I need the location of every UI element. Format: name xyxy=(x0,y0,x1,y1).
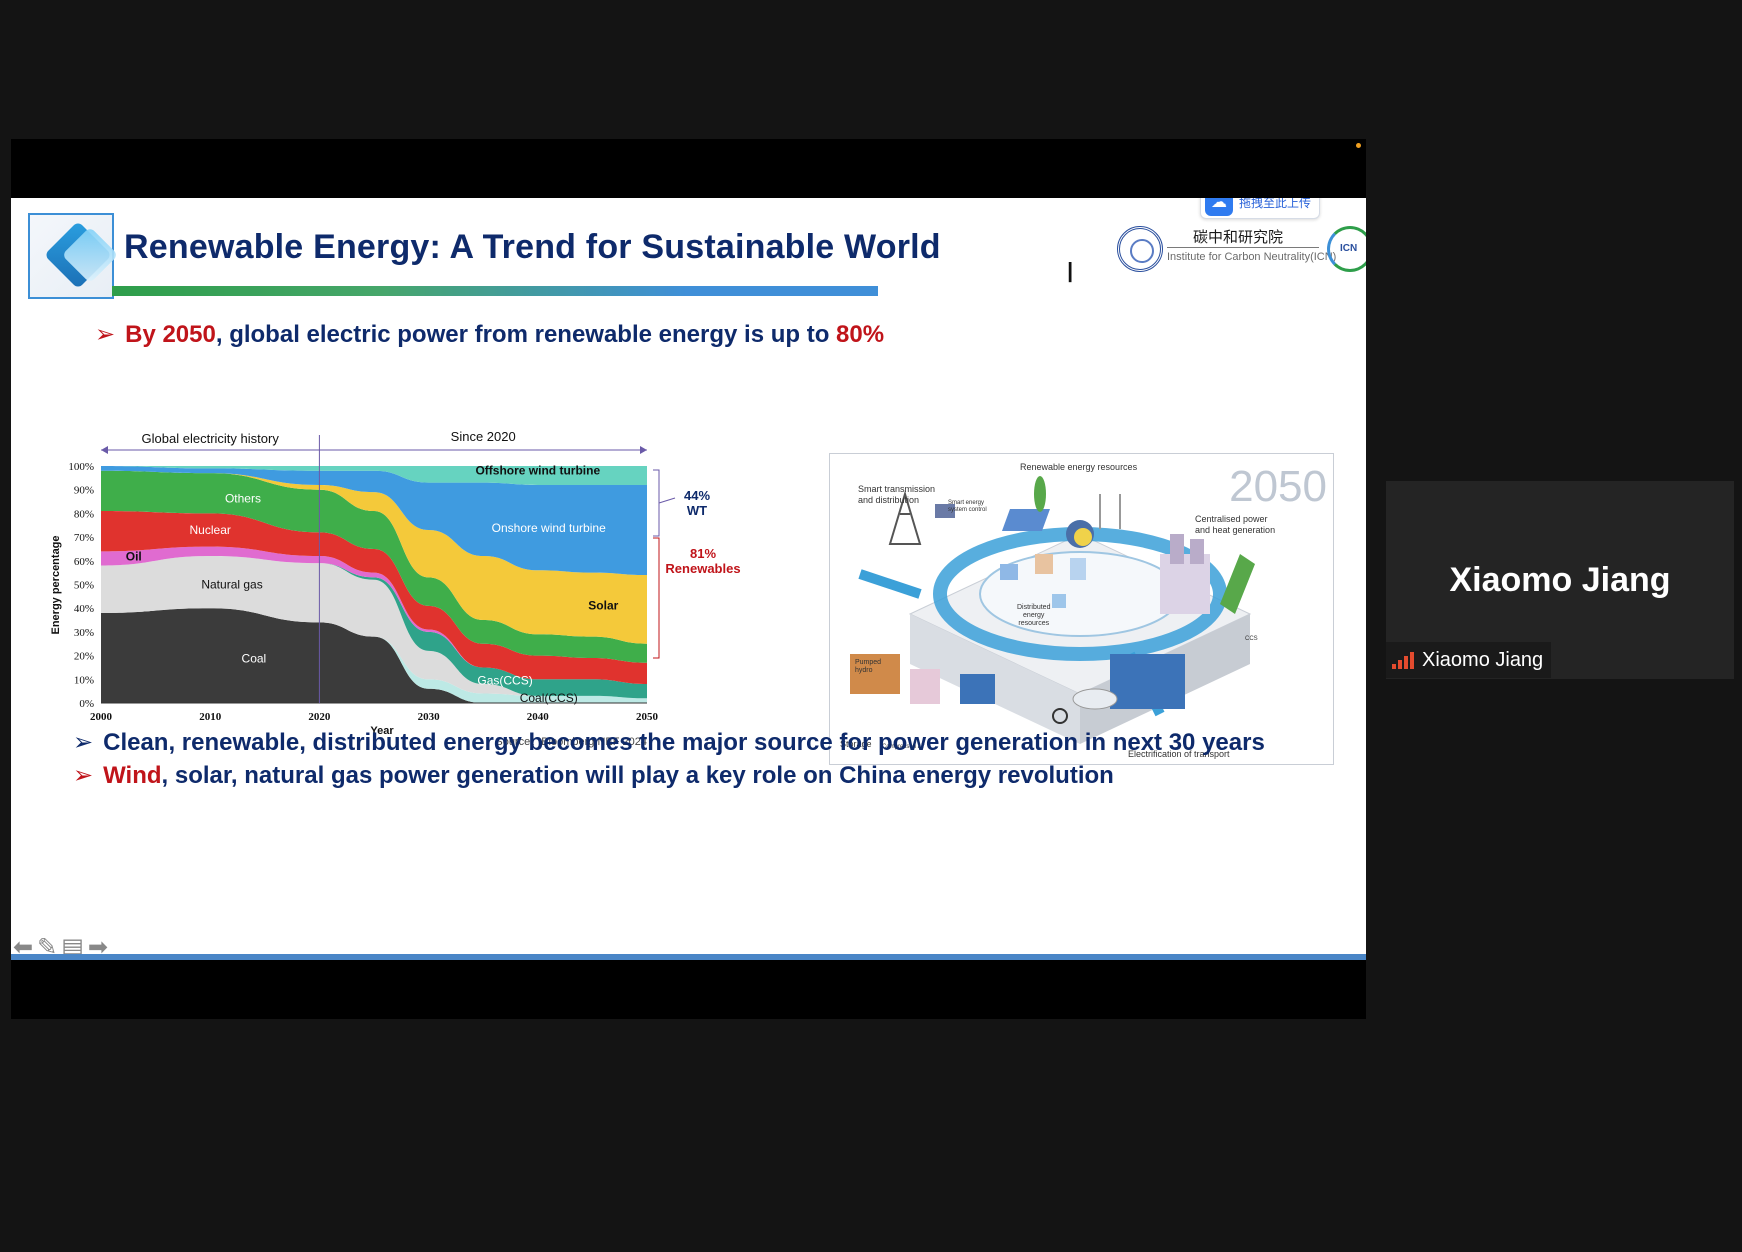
header-left-label: Global electricity history xyxy=(142,431,280,446)
y-tick-label: 70% xyxy=(74,532,94,544)
university-seal-icon xyxy=(1117,226,1163,272)
label-distributed-resources: Distributed energy resources xyxy=(1017,604,1051,627)
slide-logo xyxy=(28,213,119,299)
series-label-oil: Oil xyxy=(126,549,142,563)
x-tick-label: 2040 xyxy=(527,711,550,723)
x-tick-label: 2030 xyxy=(418,711,441,723)
y-tick-label: 20% xyxy=(74,651,94,663)
x-tick-label: 2010 xyxy=(199,711,222,723)
renewables-percent: 81% xyxy=(690,546,716,561)
icn-logo-icon: ICN xyxy=(1327,226,1366,272)
y-axis-title: Energy percentage xyxy=(50,535,62,634)
x-tick-label: 2020 xyxy=(308,711,331,723)
org-name-cn: 碳中和研究院 xyxy=(1193,228,1284,246)
label-ccs: CCS xyxy=(1245,636,1258,642)
label-smart-control: Smart energy system control xyxy=(948,500,987,513)
bullet-2: ➢ Clean, renewable, distributed energy be… xyxy=(73,728,1265,756)
header-arrow-left xyxy=(101,446,108,454)
title-underline xyxy=(112,286,878,296)
org-divider xyxy=(1167,247,1319,248)
meeting-window: Renewable Energy: A Trend for Sustainabl… xyxy=(0,0,1742,1252)
wt-leader xyxy=(658,497,676,504)
y-tick-label: 40% xyxy=(74,603,94,615)
bullet-1: ➢ By 2050, global electric power from ren… xyxy=(95,320,885,348)
series-label-solar: Solar xyxy=(588,599,618,613)
recording-indicator-dot xyxy=(1356,143,1361,148)
wt-percent: 44% xyxy=(684,488,710,503)
bracket-renewables xyxy=(653,537,660,659)
series-label-gas-ccs-: Gas(CCS) xyxy=(477,673,532,687)
y-tick-label: 60% xyxy=(74,556,94,568)
renewables-label: Renewables xyxy=(665,561,740,576)
y-tick-label: 90% xyxy=(74,485,94,497)
bullet-3: ➢ Wind, solar, natural gas power generati… xyxy=(73,761,1114,789)
electricity-mix-chart: Global electricity history Since 2020 0% 10… xyxy=(45,423,835,773)
participant-tile[interactable]: Xiaomo Jiang Xiaomo Jiang xyxy=(1386,481,1734,679)
org-name-en: Institute for Carbon Neutrality(ICN) xyxy=(1167,251,1337,263)
text-cursor-icon: I xyxy=(1066,256,1075,289)
series-label-nuclear: Nuclear xyxy=(190,523,231,537)
y-tick-label: 100% xyxy=(68,461,94,473)
slide-title: Renewable Energy: A Trend for Sustainabl… xyxy=(124,228,941,266)
label-renewable-resources: Renewable energy resources xyxy=(1020,462,1138,472)
header-arrow-right xyxy=(640,446,647,454)
x-tick-label: 2000 xyxy=(90,711,113,723)
y-tick-label: 0% xyxy=(79,698,94,710)
upload-drop-button[interactable]: ☁ 拖拽至此上传 xyxy=(1200,198,1321,219)
x-tick-label: 2050 xyxy=(636,711,659,723)
label-pumped-hydro: Pumped hydro xyxy=(855,659,882,674)
label-smart-transmission: Smart transmission and distribution xyxy=(858,484,936,505)
energy-system-illustration: 2050 Renewable energy resources Smart tr… xyxy=(829,453,1334,765)
chart-svg: Global electricity history Since 2020 0% 10… xyxy=(50,429,741,748)
series-label-others: Others xyxy=(225,492,261,506)
presentation-slide: Renewable Energy: A Trend for Sustainabl… xyxy=(11,198,1366,960)
participant-name-label: Xiaomo Jiang xyxy=(1386,642,1552,678)
header-right-label: Since 2020 xyxy=(451,429,516,444)
slide-bottom-border xyxy=(11,954,1366,960)
series-label-coal: Coal xyxy=(242,651,267,665)
series-label-offshore-wind-turbine: Offshore wind turbine xyxy=(475,463,600,477)
y-tick-label: 80% xyxy=(74,508,94,520)
label-centralised-generation: Centralised power and heat generation xyxy=(1195,514,1276,535)
series-label-natural-gas: Natural gas xyxy=(201,577,262,591)
wt-label: WT xyxy=(687,503,707,518)
upload-badge-label: 拖拽至此上传 xyxy=(1239,198,1312,210)
cloud-upload-icon: ☁ xyxy=(1205,198,1233,216)
series-label-coal-ccs-: Coal(CCS) xyxy=(520,691,578,705)
y-tick-label: 50% xyxy=(74,580,94,592)
y-tick-label: 10% xyxy=(74,674,94,686)
participant-name-display: Xiaomo Jiang xyxy=(1449,561,1671,599)
y-tick-label: 30% xyxy=(74,627,94,639)
series-label-onshore-wind-turbine: Onshore wind turbine xyxy=(492,521,606,535)
bracket-wt xyxy=(653,469,660,537)
signal-strength-icon xyxy=(1392,651,1414,669)
